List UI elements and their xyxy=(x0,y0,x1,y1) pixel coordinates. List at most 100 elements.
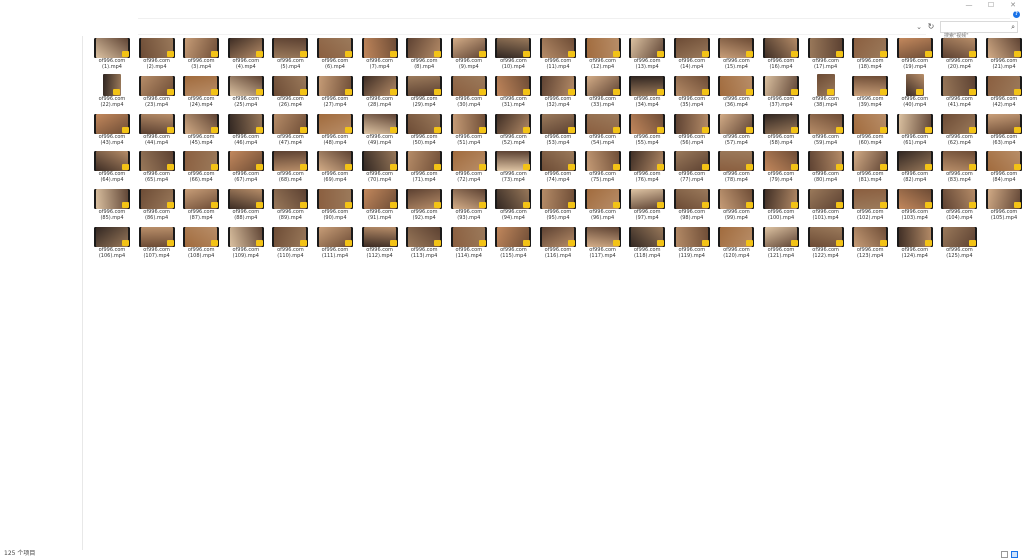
file-item[interactable]: of996.com (1).mp4 xyxy=(88,36,132,72)
file-item[interactable]: of996.com (111).mp4 xyxy=(311,225,355,261)
file-item[interactable]: of996.com (15).mp4 xyxy=(712,36,756,72)
file-item[interactable]: of996.com (47).mp4 xyxy=(266,112,310,148)
file-item[interactable]: of996.com (25).mp4 xyxy=(222,74,266,110)
file-item[interactable]: of996.com (53).mp4 xyxy=(534,112,578,148)
file-item[interactable]: of996.com (120).mp4 xyxy=(712,225,756,261)
file-item[interactable]: of996.com (109).mp4 xyxy=(222,225,266,261)
file-item[interactable]: of996.com (22).mp4 xyxy=(88,73,132,110)
file-item[interactable]: of996.com (34).mp4 xyxy=(623,74,667,110)
file-item[interactable]: of996.com (46).mp4 xyxy=(222,112,266,148)
file-item[interactable]: of996.com (101).mp4 xyxy=(802,187,846,223)
file-item[interactable]: of996.com (119).mp4 xyxy=(668,225,712,261)
file-item[interactable]: of996.com (64).mp4 xyxy=(88,149,132,185)
file-item[interactable]: of996.com (106).mp4 xyxy=(88,225,132,261)
file-item[interactable]: of996.com (70).mp4 xyxy=(356,149,400,185)
file-item[interactable]: of996.com (42).mp4 xyxy=(980,74,1024,110)
file-item[interactable]: of996.com (39).mp4 xyxy=(846,74,890,110)
file-item[interactable]: of996.com (69).mp4 xyxy=(311,149,355,185)
file-item[interactable]: of996.com (43).mp4 xyxy=(88,112,132,148)
file-item[interactable]: of996.com (52).mp4 xyxy=(489,112,533,148)
file-item[interactable]: of996.com (38).mp4 xyxy=(802,73,846,110)
file-item[interactable]: of996.com (59).mp4 xyxy=(802,112,846,148)
file-item[interactable]: of996.com (112).mp4 xyxy=(356,225,400,261)
file-item[interactable]: of996.com (105).mp4 xyxy=(980,187,1024,223)
file-item[interactable]: of996.com (55).mp4 xyxy=(623,112,667,148)
file-list[interactable]: of996.com (1).mp4 of996.com (2).mp4 of996.co… xyxy=(83,36,1024,550)
file-item[interactable]: of996.com (63).mp4 xyxy=(980,112,1024,148)
close-button[interactable]: ✕ xyxy=(1002,0,1024,10)
file-item[interactable]: of996.com (11).mp4 xyxy=(534,36,578,72)
file-item[interactable]: of996.com (99).mp4 xyxy=(712,187,756,223)
file-item[interactable]: of996.com (16).mp4 xyxy=(757,36,801,72)
file-item[interactable]: of996.com (4).mp4 xyxy=(222,36,266,72)
file-item[interactable]: of996.com (81).mp4 xyxy=(846,149,890,185)
file-item[interactable]: of996.com (62).mp4 xyxy=(935,112,979,148)
minimize-button[interactable]: — xyxy=(958,0,980,10)
file-item[interactable]: of996.com (113).mp4 xyxy=(400,225,444,261)
file-item[interactable]: of996.com (36).mp4 xyxy=(712,74,756,110)
file-item[interactable]: of996.com (117).mp4 xyxy=(579,225,623,261)
file-item[interactable]: of996.com (28).mp4 xyxy=(356,74,400,110)
file-item[interactable]: of996.com (98).mp4 xyxy=(668,187,712,223)
file-item[interactable]: of996.com (107).mp4 xyxy=(133,225,177,261)
file-item[interactable]: of996.com (95).mp4 xyxy=(534,187,578,223)
file-item[interactable]: of996.com (75).mp4 xyxy=(579,149,623,185)
file-item[interactable]: of996.com (27).mp4 xyxy=(311,74,355,110)
file-item[interactable]: of996.com (61).mp4 xyxy=(891,112,935,148)
file-item[interactable]: of996.com (2).mp4 xyxy=(133,36,177,72)
file-item[interactable]: of996.com (57).mp4 xyxy=(712,112,756,148)
file-item[interactable]: of996.com (19).mp4 xyxy=(891,36,935,72)
file-item[interactable]: of996.com (12).mp4 xyxy=(579,36,623,72)
file-item[interactable]: of996.com (24).mp4 xyxy=(177,74,221,110)
chevron-down-icon[interactable]: ⌄ xyxy=(914,22,924,32)
file-item[interactable]: of996.com (68).mp4 xyxy=(266,149,310,185)
file-item[interactable]: of996.com (35).mp4 xyxy=(668,74,712,110)
file-item[interactable]: of996.com (84).mp4 xyxy=(980,149,1024,185)
file-item[interactable]: of996.com (123).mp4 xyxy=(846,225,890,261)
file-item[interactable]: of996.com (20).mp4 xyxy=(935,36,979,72)
help-icon[interactable]: ? xyxy=(1013,11,1020,18)
file-item[interactable]: of996.com (30).mp4 xyxy=(445,74,489,110)
refresh-icon[interactable]: ↻ xyxy=(926,22,936,32)
file-item[interactable]: of996.com (124).mp4 xyxy=(891,225,935,261)
file-item[interactable]: of996.com (14).mp4 xyxy=(668,36,712,72)
file-item[interactable]: of996.com (32).mp4 xyxy=(534,74,578,110)
file-item[interactable]: of996.com (122).mp4 xyxy=(802,225,846,261)
file-item[interactable]: of996.com (87).mp4 xyxy=(177,187,221,223)
file-item[interactable]: of996.com (58).mp4 xyxy=(757,112,801,148)
file-item[interactable]: of996.com (3).mp4 xyxy=(177,36,221,72)
file-item[interactable]: of996.com (108).mp4 xyxy=(177,225,221,261)
file-item[interactable]: of996.com (110).mp4 xyxy=(266,225,310,261)
file-item[interactable]: of996.com (17).mp4 xyxy=(802,36,846,72)
file-item[interactable]: of996.com (79).mp4 xyxy=(757,149,801,185)
file-item[interactable]: of996.com (83).mp4 xyxy=(935,149,979,185)
file-item[interactable]: of996.com (41).mp4 xyxy=(935,74,979,110)
file-item[interactable]: of996.com (73).mp4 xyxy=(489,149,533,185)
file-item[interactable]: of996.com (91).mp4 xyxy=(356,187,400,223)
file-item[interactable]: of996.com (23).mp4 xyxy=(133,74,177,110)
navigation-pane[interactable] xyxy=(0,36,83,550)
file-item[interactable]: of996.com (85).mp4 xyxy=(88,187,132,223)
search-icon[interactable]: ⌕ xyxy=(1011,23,1015,32)
file-item[interactable]: of996.com (90).mp4 xyxy=(311,187,355,223)
file-item[interactable]: of996.com (56).mp4 xyxy=(668,112,712,148)
file-item[interactable]: of996.com (76).mp4 xyxy=(623,149,667,185)
file-item[interactable]: of996.com (93).mp4 xyxy=(445,187,489,223)
file-item[interactable]: of996.com (5).mp4 xyxy=(266,36,310,72)
file-item[interactable]: of996.com (104).mp4 xyxy=(935,187,979,223)
file-item[interactable]: of996.com (45).mp4 xyxy=(177,112,221,148)
file-item[interactable]: of996.com (80).mp4 xyxy=(802,149,846,185)
large-icons-view-icon[interactable] xyxy=(1011,551,1018,558)
file-item[interactable]: of996.com (103).mp4 xyxy=(891,187,935,223)
file-item[interactable]: of996.com (18).mp4 xyxy=(846,36,890,72)
file-item[interactable]: of996.com (88).mp4 xyxy=(222,187,266,223)
file-item[interactable]: of996.com (44).mp4 xyxy=(133,112,177,148)
file-item[interactable]: of996.com (78).mp4 xyxy=(712,149,756,185)
file-item[interactable]: of996.com (96).mp4 xyxy=(579,187,623,223)
file-item[interactable]: of996.com (77).mp4 xyxy=(668,149,712,185)
file-item[interactable]: of996.com (67).mp4 xyxy=(222,149,266,185)
file-item[interactable]: of996.com (92).mp4 xyxy=(400,187,444,223)
file-item[interactable]: of996.com (50).mp4 xyxy=(400,112,444,148)
file-item[interactable]: of996.com (97).mp4 xyxy=(623,187,667,223)
file-item[interactable]: of996.com (121).mp4 xyxy=(757,225,801,261)
